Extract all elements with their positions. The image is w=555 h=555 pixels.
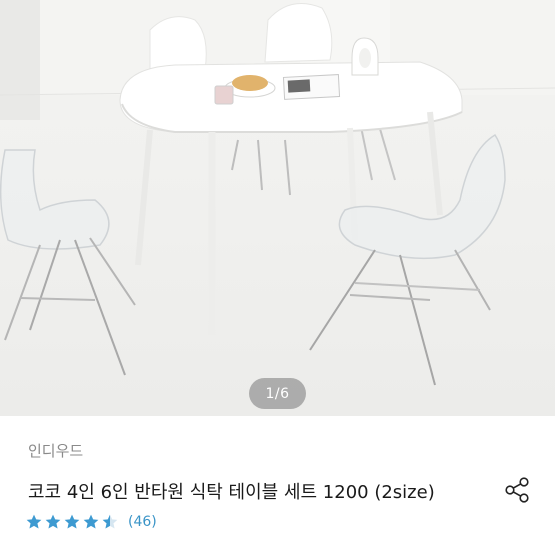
- brand-name[interactable]: 인디우드: [28, 440, 83, 461]
- share-icon: [505, 477, 529, 503]
- gallery-page-indicator: 1/6: [249, 378, 306, 409]
- star-rating: [25, 513, 119, 531]
- rating-summary[interactable]: (46): [25, 512, 157, 532]
- product-image[interactable]: 1/6: [0, 0, 555, 416]
- review-count[interactable]: (46): [128, 514, 157, 530]
- star-icon: [45, 514, 61, 529]
- star-icon: [26, 514, 42, 529]
- product-title: 코코 4인 6인 반타원 식탁 테이블 세트 1200 (2size): [28, 482, 435, 503]
- product-photo-illustration: [0, 0, 555, 386]
- star-half-icon: [102, 514, 118, 529]
- star-icon: [83, 514, 99, 529]
- share-button[interactable]: [501, 474, 533, 506]
- star-icon: [64, 514, 80, 529]
